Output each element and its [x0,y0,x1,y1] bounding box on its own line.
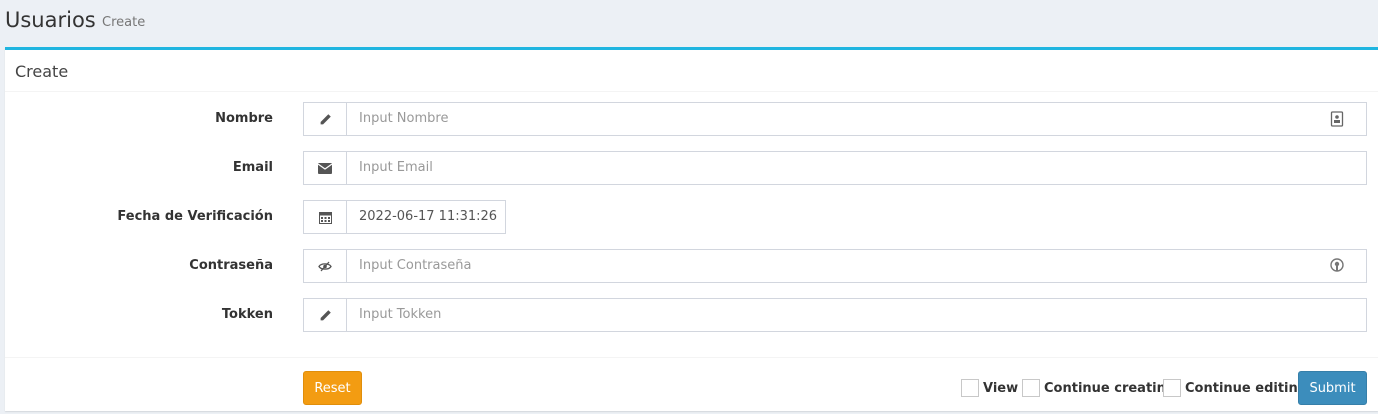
eye-slash-icon [304,250,347,282]
fecha-input-group: 2022-06-17 11:31:26 [303,200,506,234]
contact-card-icon [1330,111,1344,127]
view-checkbox[interactable]: View [961,379,1018,397]
continue-editing-checkbox-label: Continue editing [1185,380,1308,396]
continue-editing-checkbox-box[interactable] [1163,379,1181,397]
contrasena-input-group: Input Contraseña [303,249,1367,283]
contrasena-input[interactable]: Input Contraseña [347,250,1366,282]
create-form-box: Create Nombre Input Nombre Email Input E… [5,47,1378,411]
continue-editing-checkbox[interactable]: Continue editing [1163,379,1307,397]
nombre-placeholder: Input Nombre [359,111,449,126]
email-input-group: Input Email [303,151,1367,185]
tokken-input[interactable]: Input Tokken [347,299,1366,331]
tokken-label: Tokken [221,307,273,322]
contrasena-label: Contraseña [189,258,273,273]
nombre-input[interactable]: Input Nombre [347,103,1366,135]
pencil-icon [304,103,347,135]
pencil-icon [304,299,347,331]
form-row-email: Email Input Email [5,151,1378,185]
page-subtitle: Create [102,15,146,30]
continue-creating-checkbox-label: Continue creating [1044,380,1176,396]
view-checkbox-box[interactable] [961,379,979,397]
reset-button[interactable]: Reset [303,371,362,405]
password-key-icon[interactable] [1330,258,1344,274]
fecha-value: 2022-06-17 11:31:26 [359,209,498,224]
contrasena-placeholder: Input Contraseña [359,258,472,273]
tokken-input-group: Input Tokken [303,298,1367,332]
calendar-icon [304,201,347,233]
submit-button[interactable]: Submit [1298,371,1367,405]
tokken-placeholder: Input Tokken [359,307,442,322]
box-title: Create [15,62,69,81]
email-input[interactable]: Input Email [347,152,1366,184]
form-row-tokken: Tokken Input Tokken [5,298,1378,332]
form-row-contrasena: Contraseña Input Contraseña [5,249,1378,283]
view-checkbox-label: View [983,380,1019,396]
form-row-fecha: Fecha de Verificación 2022-06-17 11:31:2… [5,200,1378,234]
form-row-nombre: Nombre Input Nombre [5,102,1378,136]
continue-creating-checkbox-box[interactable] [1022,379,1040,397]
nombre-label: Nombre [215,111,273,126]
page-title: Usuarios [5,8,96,32]
envelope-icon [304,152,347,184]
fecha-input[interactable]: 2022-06-17 11:31:26 [347,201,505,233]
nombre-input-group: Input Nombre [303,102,1367,136]
page-header: Usuarios Create [0,0,1378,47]
email-placeholder: Input Email [359,160,433,175]
email-label: Email [232,160,273,175]
box-footer: Reset View Continue creating Continue ed… [5,357,1378,414]
fecha-label: Fecha de Verificación [117,209,273,224]
box-header: Create [5,50,1378,92]
continue-creating-checkbox[interactable]: Continue creating [1022,379,1175,397]
